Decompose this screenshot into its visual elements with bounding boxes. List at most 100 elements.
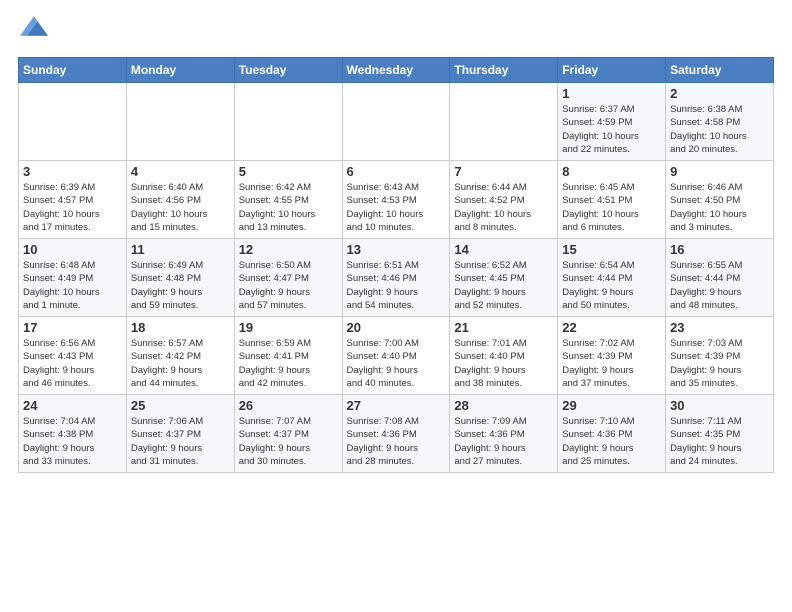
calendar-cell: 7Sunrise: 6:44 AM Sunset: 4:52 PM Daylig… (450, 161, 558, 239)
day-number: 5 (239, 164, 338, 179)
calendar-cell: 25 Sunrise: 7:06 AM Sunset: 4:37 PM Dayli… (126, 395, 234, 473)
logo-icon (20, 12, 48, 40)
day-info: Sunrise: 7:11 AM Sunset: 4:35 PM Dayligh… (670, 415, 769, 468)
calendar-cell: 24Sunrise: 7:04 AM Sunset: 4:38 PM Dayli… (19, 395, 127, 473)
calendar-cell: 27 Sunrise: 7:08 AM Sunset: 4:36 PM Dayli… (342, 395, 450, 473)
calendar-cell: 26 Sunrise: 7:07 AM Sunset: 4:37 PM Dayli… (234, 395, 342, 473)
day-info: Sunrise: 7:08 AM Sunset: 4:36 PM Dayligh… (347, 415, 446, 468)
day-number: 18 (131, 320, 230, 335)
day-info: Sunrise: 6:54 AM Sunset: 4:44 PM Dayligh… (562, 259, 661, 312)
calendar-cell: 6 Sunrise: 6:43 AM Sunset: 4:53 PM Daylig… (342, 161, 450, 239)
calendar-cell: 15 Sunrise: 6:54 AM Sunset: 4:44 PM Dayli… (558, 239, 666, 317)
day-number: 13 (347, 242, 446, 257)
day-info: Sunrise: 7:07 AM Sunset: 4:37 PM Dayligh… (239, 415, 338, 468)
day-header-tuesday: Tuesday (234, 58, 342, 83)
day-info: Sunrise: 6:49 AM Sunset: 4:48 PM Dayligh… (131, 259, 230, 312)
day-number: 21 (454, 320, 553, 335)
calendar-cell (342, 83, 450, 161)
day-info: Sunrise: 6:57 AM Sunset: 4:42 PM Dayligh… (131, 337, 230, 390)
calendar-body: 1 Sunrise: 6:37 AM Sunset: 4:59 PM Daylig… (19, 83, 774, 473)
calendar-cell: 21 Sunrise: 7:01 AM Sunset: 4:40 PM Dayli… (450, 317, 558, 395)
week-row-5: 24Sunrise: 7:04 AM Sunset: 4:38 PM Dayli… (19, 395, 774, 473)
calendar-cell: 28 Sunrise: 7:09 AM Sunset: 4:36 PM Dayli… (450, 395, 558, 473)
day-header-friday: Friday (558, 58, 666, 83)
day-info: Sunrise: 6:42 AM Sunset: 4:55 PM Dayligh… (239, 181, 338, 234)
day-info: Sunrise: 6:44 AM Sunset: 4:52 PM Dayligh… (454, 181, 553, 234)
day-number: 20 (347, 320, 446, 335)
calendar-cell: 8 Sunrise: 6:45 AM Sunset: 4:51 PM Daylig… (558, 161, 666, 239)
calendar-cell: 13 Sunrise: 6:51 AM Sunset: 4:46 PM Dayli… (342, 239, 450, 317)
calendar-cell: 16Sunrise: 6:55 AM Sunset: 4:44 PM Dayli… (666, 239, 774, 317)
calendar-cell: 12Sunrise: 6:50 AM Sunset: 4:47 PM Dayli… (234, 239, 342, 317)
day-number: 3 (23, 164, 122, 179)
calendar-cell: 23 Sunrise: 7:03 AM Sunset: 4:39 PM Dayli… (666, 317, 774, 395)
day-info: Sunrise: 7:01 AM Sunset: 4:40 PM Dayligh… (454, 337, 553, 390)
calendar-header-row: SundayMondayTuesdayWednesdayThursdayFrid… (19, 58, 774, 83)
day-number: 14 (454, 242, 553, 257)
day-number: 26 (239, 398, 338, 413)
calendar-cell: 4 Sunrise: 6:40 AM Sunset: 4:56 PM Daylig… (126, 161, 234, 239)
day-info: Sunrise: 6:45 AM Sunset: 4:51 PM Dayligh… (562, 181, 661, 234)
calendar-cell: 30Sunrise: 7:11 AM Sunset: 4:35 PM Dayli… (666, 395, 774, 473)
day-number: 10 (23, 242, 122, 257)
calendar-cell: 17 Sunrise: 6:56 AM Sunset: 4:43 PM Dayli… (19, 317, 127, 395)
day-header-sunday: Sunday (19, 58, 127, 83)
day-number: 15 (562, 242, 661, 257)
day-number: 28 (454, 398, 553, 413)
day-info: Sunrise: 7:09 AM Sunset: 4:36 PM Dayligh… (454, 415, 553, 468)
day-number: 6 (347, 164, 446, 179)
day-number: 19 (239, 320, 338, 335)
day-number: 8 (562, 164, 661, 179)
day-number: 9 (670, 164, 769, 179)
calendar-cell (234, 83, 342, 161)
calendar-cell: 29 Sunrise: 7:10 AM Sunset: 4:36 PM Dayli… (558, 395, 666, 473)
day-number: 12 (239, 242, 338, 257)
day-number: 27 (347, 398, 446, 413)
day-number: 23 (670, 320, 769, 335)
day-header-thursday: Thursday (450, 58, 558, 83)
day-number: 4 (131, 164, 230, 179)
day-info: Sunrise: 7:02 AM Sunset: 4:39 PM Dayligh… (562, 337, 661, 390)
day-info: Sunrise: 6:56 AM Sunset: 4:43 PM Dayligh… (23, 337, 122, 390)
day-number: 17 (23, 320, 122, 335)
calendar-cell: 22Sunrise: 7:02 AM Sunset: 4:39 PM Dayli… (558, 317, 666, 395)
day-info: Sunrise: 7:03 AM Sunset: 4:39 PM Dayligh… (670, 337, 769, 390)
week-row-3: 10 Sunrise: 6:48 AM Sunset: 4:49 PM Dayli… (19, 239, 774, 317)
day-info: Sunrise: 6:46 AM Sunset: 4:50 PM Dayligh… (670, 181, 769, 234)
day-info: Sunrise: 6:40 AM Sunset: 4:56 PM Dayligh… (131, 181, 230, 234)
day-info: Sunrise: 7:00 AM Sunset: 4:40 PM Dayligh… (347, 337, 446, 390)
day-info: Sunrise: 7:06 AM Sunset: 4:37 PM Dayligh… (131, 415, 230, 468)
logo (18, 16, 48, 45)
day-info: Sunrise: 6:51 AM Sunset: 4:46 PM Dayligh… (347, 259, 446, 312)
calendar-cell: 2Sunrise: 6:38 AM Sunset: 4:58 PM Daylig… (666, 83, 774, 161)
calendar-cell: 5 Sunrise: 6:42 AM Sunset: 4:55 PM Daylig… (234, 161, 342, 239)
day-info: Sunrise: 6:59 AM Sunset: 4:41 PM Dayligh… (239, 337, 338, 390)
calendar-cell: 11 Sunrise: 6:49 AM Sunset: 4:48 PM Dayli… (126, 239, 234, 317)
day-info: Sunrise: 7:04 AM Sunset: 4:38 PM Dayligh… (23, 415, 122, 468)
page: SundayMondayTuesdayWednesdayThursdayFrid… (0, 0, 792, 483)
day-number: 29 (562, 398, 661, 413)
day-info: Sunrise: 6:37 AM Sunset: 4:59 PM Dayligh… (562, 103, 661, 156)
calendar-table: SundayMondayTuesdayWednesdayThursdayFrid… (18, 57, 774, 473)
day-info: Sunrise: 6:43 AM Sunset: 4:53 PM Dayligh… (347, 181, 446, 234)
day-header-saturday: Saturday (666, 58, 774, 83)
calendar-cell (19, 83, 127, 161)
day-info: Sunrise: 6:52 AM Sunset: 4:45 PM Dayligh… (454, 259, 553, 312)
day-info: Sunrise: 6:48 AM Sunset: 4:49 PM Dayligh… (23, 259, 122, 312)
header (18, 16, 774, 45)
day-number: 25 (131, 398, 230, 413)
day-info: Sunrise: 6:39 AM Sunset: 4:57 PM Dayligh… (23, 181, 122, 234)
day-info: Sunrise: 7:10 AM Sunset: 4:36 PM Dayligh… (562, 415, 661, 468)
calendar-cell: 18 Sunrise: 6:57 AM Sunset: 4:42 PM Dayli… (126, 317, 234, 395)
day-number: 1 (562, 86, 661, 101)
day-header-wednesday: Wednesday (342, 58, 450, 83)
week-row-4: 17 Sunrise: 6:56 AM Sunset: 4:43 PM Dayli… (19, 317, 774, 395)
calendar-cell: 9 Sunrise: 6:46 AM Sunset: 4:50 PM Daylig… (666, 161, 774, 239)
day-number: 16 (670, 242, 769, 257)
calendar-cell: 14 Sunrise: 6:52 AM Sunset: 4:45 PM Dayli… (450, 239, 558, 317)
calendar-cell: 3 Sunrise: 6:39 AM Sunset: 4:57 PM Daylig… (19, 161, 127, 239)
day-number: 11 (131, 242, 230, 257)
calendar-cell (450, 83, 558, 161)
day-header-monday: Monday (126, 58, 234, 83)
week-row-1: 1 Sunrise: 6:37 AM Sunset: 4:59 PM Daylig… (19, 83, 774, 161)
